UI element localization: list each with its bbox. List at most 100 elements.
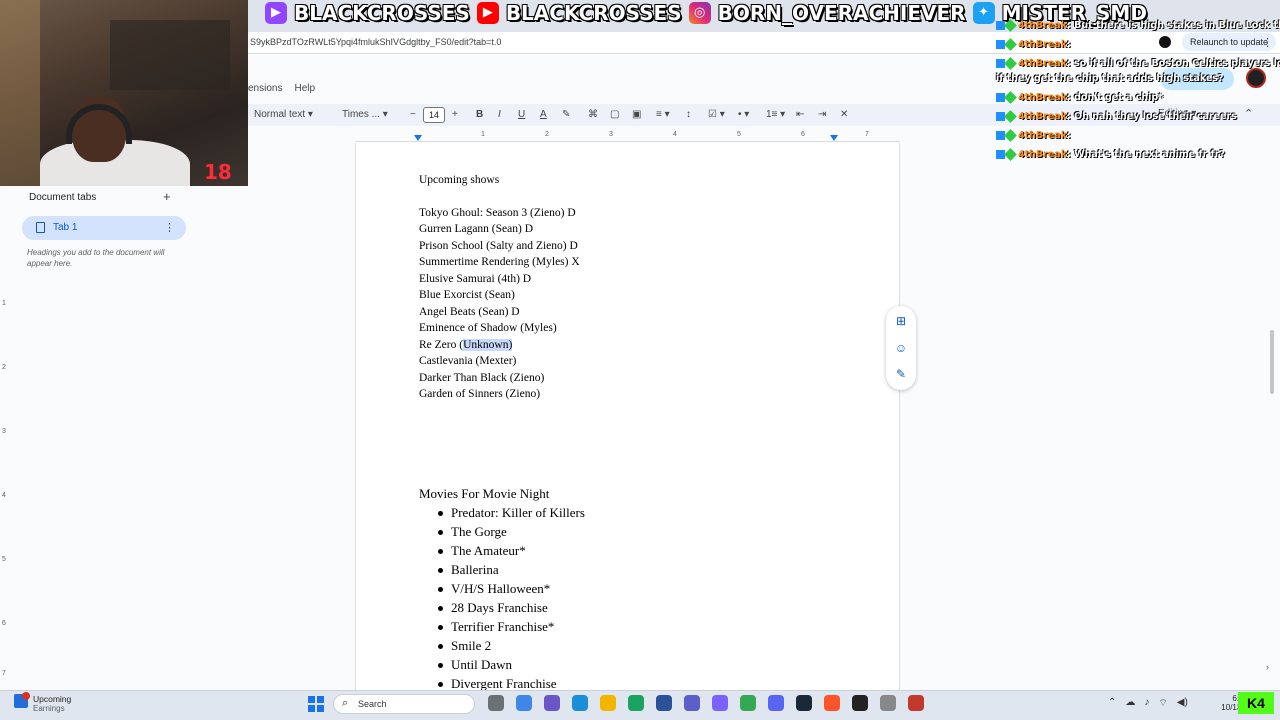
movie-item: Until Dawn: [451, 657, 513, 672]
taskbar-search[interactable]: ⌕ Search: [333, 694, 475, 714]
scroll-arrow-icon[interactable]: ›: [1266, 662, 1269, 672]
bold-icon[interactable]: B: [476, 104, 483, 126]
menu-extensions[interactable]: ensions: [248, 80, 282, 98]
link-icon[interactable]: ⌘: [588, 104, 598, 126]
image-icon[interactable]: ▣: [632, 104, 641, 126]
movie-item: The Amateur*: [451, 543, 526, 558]
underline-icon[interactable]: U: [518, 104, 525, 126]
show-line: Summertime Rendering (Myles) X: [419, 256, 580, 268]
ruler-number: 5: [737, 131, 741, 138]
suggest-edits-icon[interactable]: ✎: [894, 367, 908, 381]
chat-message: 4thBreak: don't get a chip*: [996, 91, 1163, 104]
steam-icon[interactable]: [796, 695, 812, 711]
numbered-list-icon[interactable]: 1≡ ▾: [766, 104, 785, 126]
ruler-number: 4: [673, 131, 677, 138]
bullet-icon: [438, 625, 443, 630]
highlight-icon[interactable]: ✎: [562, 104, 570, 126]
chrome-icon[interactable]: [740, 695, 756, 711]
teams-icon[interactable]: [544, 695, 560, 711]
chat-badge-icon: [1004, 57, 1017, 70]
bullet-icon: [438, 606, 443, 611]
chat-text: : But there is high stakes in Blue Lock …: [1067, 20, 1280, 31]
chat-username: 4thBreak: [1018, 111, 1068, 122]
checklist-icon[interactable]: ☑ ▾: [708, 104, 725, 126]
increase-font-icon[interactable]: +: [452, 104, 458, 126]
vertical-scrollbar[interactable]: [1270, 330, 1274, 394]
copilot-icon[interactable]: [516, 695, 532, 711]
increase-indent-icon[interactable]: ⇥: [818, 104, 826, 126]
text-color-icon[interactable]: A: [540, 104, 547, 126]
movie-item: Terrifier Franchise*: [451, 619, 555, 634]
obs-icon[interactable]: [852, 695, 868, 711]
address-bar[interactable]: S9ykBPzdTOzRWLt5Ypqi4fmlukShIVGdgltby_FS…: [248, 32, 1280, 54]
show-line: Eminence of Shadow (Myles): [419, 322, 557, 334]
task-view-icon[interactable]: [488, 695, 504, 711]
browser-menu-icon[interactable]: ⋮: [1262, 36, 1273, 49]
webcam-number: 18: [204, 160, 232, 184]
floating-actions: ⊞ ☺ ✎: [886, 306, 916, 390]
volume-icon[interactable]: ◀): [1177, 697, 1188, 710]
chat-message: 4thBreak: so if all of the Boston Celtic…: [996, 57, 1280, 70]
banner-handle-youtube: BLACKCROSSES: [505, 1, 682, 25]
decrease-indent-icon[interactable]: ⇤: [796, 104, 804, 126]
profile-icon[interactable]: [1159, 36, 1171, 48]
bullet-icon: [438, 682, 443, 687]
add-comment-icon[interactable]: ⊞: [894, 314, 908, 328]
tray-chevron-icon[interactable]: ⌃: [1108, 697, 1116, 710]
url-text: S9ykBPzdTOzRWLt5Ypqi4fmlukShIVGdgltby_FS…: [250, 37, 502, 47]
vruler-number: 4: [2, 492, 6, 499]
vruler-number: 7: [2, 670, 6, 677]
store-icon[interactable]: [628, 695, 644, 711]
microphone-icon[interactable]: ♪: [1144, 697, 1149, 710]
app-icon[interactable]: [684, 695, 700, 711]
webcam-overlay: 18: [0, 0, 248, 186]
vruler-number: 2: [2, 364, 6, 371]
decrease-font-icon[interactable]: −: [410, 104, 416, 126]
menu-help[interactable]: Help: [294, 80, 315, 98]
tab-item-1[interactable]: Tab 1 ⋮: [22, 216, 186, 240]
font-family-select[interactable]: Times ... ▾: [342, 104, 388, 126]
font-size-input[interactable]: 14: [423, 107, 445, 123]
file-explorer-icon[interactable]: [600, 695, 616, 711]
brave-icon[interactable]: [824, 695, 840, 711]
tab-label: Tab 1: [53, 222, 78, 233]
pinned-apps: [488, 695, 924, 711]
horizontal-ruler[interactable]: [355, 130, 900, 142]
movie-item: V/H/S Halloween*: [451, 581, 551, 596]
movie-item: Ballerina: [451, 562, 499, 577]
onedrive-icon[interactable]: ☁: [1125, 697, 1135, 710]
ruler-number: 3: [609, 131, 613, 138]
comment-icon[interactable]: ▢: [610, 104, 619, 126]
clear-formatting-icon[interactable]: ✕: [840, 104, 848, 126]
vertical-ruler: 1 2 3 4 5 6 7: [0, 190, 12, 690]
discord-icon[interactable]: [768, 695, 784, 711]
show-line: Garden of Sinners (Zieno): [419, 388, 541, 400]
app-icon[interactable]: [908, 695, 924, 711]
edge-icon[interactable]: [572, 695, 588, 711]
show-line: Blue Exorcist (Sean): [419, 289, 515, 301]
chat-username: 4thBreak: [1018, 20, 1068, 31]
ruler-number: 2: [545, 131, 549, 138]
emoji-reaction-icon[interactable]: ☺: [894, 341, 908, 355]
tab-options-icon[interactable]: ⋮: [164, 221, 175, 234]
align-icon[interactable]: ≡ ▾: [656, 104, 670, 126]
chat-username: 4thBreak: [1018, 130, 1068, 141]
system-tray: ⌃ ☁ ♪ ⌔ ◀): [1108, 697, 1188, 710]
kick-logo: K4: [1238, 692, 1274, 714]
add-tab-icon[interactable]: +: [163, 189, 171, 204]
account-avatar[interactable]: [1246, 68, 1266, 88]
wifi-icon[interactable]: ⌔: [1158, 697, 1167, 710]
italic-icon[interactable]: I: [498, 104, 501, 126]
chat-text: : Oh nah they lose their careers: [1067, 111, 1237, 122]
chat-badge-icon: [1004, 38, 1017, 51]
collapse-menu-icon[interactable]: ⌃: [1244, 107, 1253, 120]
line-spacing-icon[interactable]: ↕: [686, 104, 691, 126]
bullet-list-icon[interactable]: • ▾: [738, 104, 749, 126]
start-menu-icon[interactable]: [308, 696, 324, 712]
vegas-icon[interactable]: [712, 695, 728, 711]
menu-bar: ensions Help: [248, 80, 315, 98]
app-icon[interactable]: [656, 695, 672, 711]
settings-icon[interactable]: [880, 695, 896, 711]
paragraph-style-select[interactable]: Normal text ▾: [254, 104, 313, 126]
bullet-icon: [438, 587, 443, 592]
